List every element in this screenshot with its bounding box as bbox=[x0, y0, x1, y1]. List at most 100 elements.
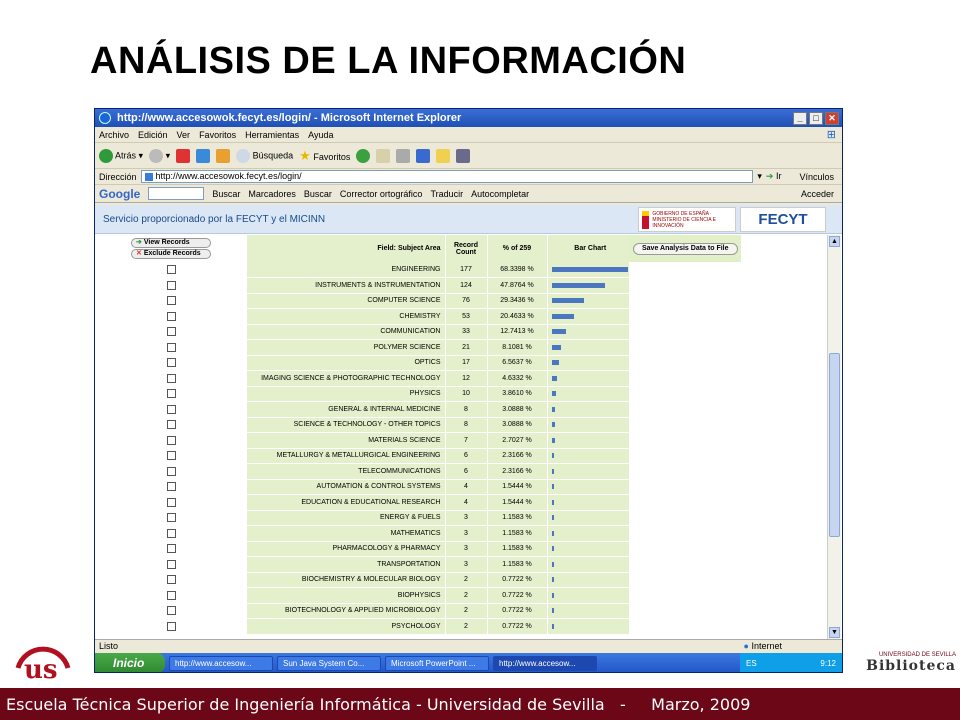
google-search2-button[interactable]: Buscar bbox=[304, 189, 332, 199]
go-button[interactable]: ➔ Ir bbox=[766, 171, 782, 182]
research-icon[interactable] bbox=[456, 148, 471, 163]
menu-favoritos[interactable]: Favoritos bbox=[199, 130, 236, 140]
task-java[interactable]: Sun Java System Co... bbox=[277, 655, 381, 671]
search-button[interactable]: Búsqueda bbox=[236, 148, 293, 163]
task-powerpoint[interactable]: Microsoft PowerPoint ... bbox=[385, 655, 489, 671]
history-icon[interactable] bbox=[356, 148, 371, 163]
col-header-percent[interactable]: % of 259 bbox=[486, 235, 547, 262]
maximize-button[interactable]: □ bbox=[809, 111, 823, 125]
row-checkbox[interactable] bbox=[166, 327, 176, 337]
bookmarks-button[interactable]: Marcadores bbox=[248, 189, 296, 199]
start-button[interactable]: Inicio bbox=[95, 653, 165, 672]
back-button[interactable]: Atrás ▾ bbox=[99, 148, 143, 163]
home-icon[interactable] bbox=[216, 148, 231, 163]
vertical-scrollbar[interactable]: ▲ ▼ bbox=[827, 235, 841, 639]
address-dropdown[interactable]: ▾ bbox=[757, 171, 762, 182]
view-records-button[interactable]: ➔ View Records bbox=[131, 238, 211, 248]
row-checkbox[interactable] bbox=[166, 466, 176, 476]
exclude-records-button[interactable]: ✕ Exclude Records bbox=[131, 249, 211, 259]
lang-indicator[interactable]: ES bbox=[746, 659, 757, 668]
address-input[interactable]: http://www.accesowok.fecyt.es/login/ bbox=[140, 170, 754, 183]
col-header-field[interactable]: Field: Subject Area bbox=[247, 235, 445, 262]
signin-button[interactable]: Acceder bbox=[801, 189, 834, 199]
forward-button[interactable]: ▾ bbox=[149, 148, 170, 163]
menu-archivo[interactable]: Archivo bbox=[99, 130, 129, 140]
table-row: MATHEMATICS 3 1.1583 % bbox=[95, 525, 741, 542]
menu-edicion[interactable]: Edición bbox=[138, 130, 168, 140]
row-checkbox[interactable] bbox=[166, 296, 176, 306]
row-percent: 68.3398 % bbox=[486, 262, 547, 278]
google-search-button[interactable]: Buscar bbox=[212, 189, 240, 199]
row-checkbox[interactable] bbox=[166, 342, 176, 352]
row-field: PHARMACOLOGY & PHARMACY bbox=[247, 541, 445, 557]
folder-icon[interactable] bbox=[436, 148, 451, 163]
google-search-input[interactable] bbox=[148, 187, 205, 200]
menu-ayuda[interactable]: Ayuda bbox=[308, 130, 333, 140]
window-titlebar[interactable]: http://www.accesowok.fecyt.es/login/ - M… bbox=[95, 109, 842, 127]
row-checkbox[interactable] bbox=[166, 358, 176, 368]
row-field: INSTRUMENTS & INSTRUMENTATION bbox=[247, 277, 445, 294]
row-checkbox[interactable] bbox=[166, 528, 176, 538]
scroll-down-icon[interactable]: ▼ bbox=[829, 627, 840, 638]
autofill-button[interactable]: Autocompletar bbox=[471, 189, 529, 199]
refresh-icon[interactable] bbox=[196, 148, 211, 163]
row-checkbox[interactable] bbox=[166, 420, 176, 430]
row-checkbox[interactable] bbox=[166, 482, 176, 492]
row-checkbox[interactable] bbox=[166, 606, 176, 616]
row-checkbox[interactable] bbox=[166, 373, 176, 383]
row-checkbox[interactable] bbox=[166, 513, 176, 523]
spellcheck-button[interactable]: Corrector ortográfico bbox=[340, 189, 423, 199]
mail-icon[interactable] bbox=[376, 148, 391, 163]
bar-mark bbox=[551, 484, 554, 490]
close-button[interactable]: ✕ bbox=[825, 111, 839, 125]
row-checkbox[interactable] bbox=[166, 389, 176, 399]
scroll-thumb[interactable] bbox=[829, 353, 840, 537]
row-percent: 0.7722 % bbox=[486, 572, 547, 588]
bar-mark bbox=[551, 406, 555, 412]
save-analysis-button[interactable]: Save Analysis Data to File bbox=[633, 242, 738, 255]
task-ie-1[interactable]: http://www.accesow... bbox=[169, 655, 273, 671]
print-icon[interactable] bbox=[396, 148, 411, 163]
edit-icon[interactable] bbox=[416, 148, 431, 163]
row-count: 3 bbox=[444, 510, 487, 526]
row-checkbox[interactable] bbox=[166, 311, 176, 321]
row-percent: 0.7722 % bbox=[486, 587, 547, 604]
svg-text:us: us bbox=[24, 655, 58, 684]
row-checkbox[interactable] bbox=[166, 621, 176, 631]
back-arrow-icon bbox=[99, 148, 113, 163]
bar-mark bbox=[551, 561, 554, 567]
row-checkbox[interactable] bbox=[166, 497, 176, 507]
row-percent: 1.1583 % bbox=[486, 525, 547, 542]
table-row: GENERAL & INTERNAL MEDICINE 8 3.0888 % bbox=[95, 401, 741, 418]
row-checkbox[interactable] bbox=[166, 559, 176, 569]
row-field: PHYSICS bbox=[247, 386, 445, 402]
row-field: PSYCHOLOGY bbox=[247, 618, 445, 635]
menu-herramientas[interactable]: Herramientas bbox=[245, 130, 299, 140]
table-row: PSYCHOLOGY 2 0.7722 % bbox=[95, 618, 741, 635]
bar-mark bbox=[551, 437, 555, 443]
scroll-up-icon[interactable]: ▲ bbox=[829, 236, 840, 247]
translate-button[interactable]: Traducir bbox=[430, 189, 463, 199]
row-checkbox[interactable] bbox=[166, 280, 176, 290]
row-checkbox[interactable] bbox=[166, 544, 176, 554]
row-field: CHEMISTRY bbox=[247, 308, 445, 325]
col-header-count[interactable]: Record Count bbox=[444, 235, 487, 262]
row-checkbox[interactable] bbox=[166, 451, 176, 461]
row-field: BIOTECHNOLOGY & APPLIED MICROBIOLOGY bbox=[247, 603, 445, 619]
menu-ver[interactable]: Ver bbox=[177, 130, 191, 140]
task-ie-2[interactable]: http://www.accesow... bbox=[493, 655, 597, 671]
row-percent: 0.7722 % bbox=[486, 603, 547, 619]
row-checkbox[interactable] bbox=[166, 265, 176, 274]
minimize-button[interactable]: _ bbox=[793, 111, 807, 125]
stop-icon[interactable] bbox=[176, 148, 191, 163]
row-checkbox[interactable] bbox=[166, 404, 176, 414]
row-percent: 4.6332 % bbox=[486, 370, 547, 387]
favorites-button[interactable]: ★ Favoritos bbox=[299, 148, 350, 164]
bar-mark bbox=[551, 282, 605, 288]
biblioteca-logo: UNIVERSIDAD DE SEVILLA Biblioteca bbox=[866, 652, 956, 674]
row-count: 2 bbox=[444, 618, 487, 635]
links-label[interactable]: Vínculos bbox=[799, 172, 834, 182]
row-checkbox[interactable] bbox=[166, 435, 176, 445]
row-checkbox[interactable] bbox=[166, 575, 176, 585]
row-checkbox[interactable] bbox=[166, 590, 176, 600]
